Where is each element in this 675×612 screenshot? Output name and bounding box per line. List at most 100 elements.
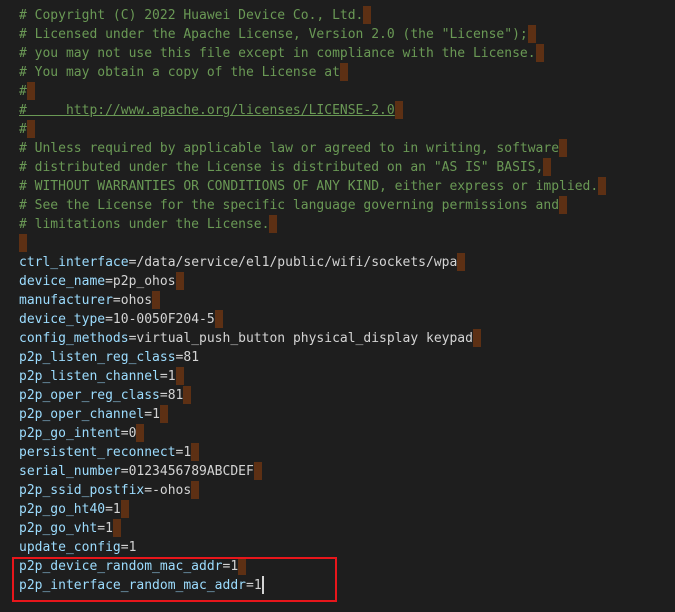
comment-line[interactable]: # — [19, 120, 606, 139]
config-operator: = — [105, 274, 113, 289]
config-line[interactable]: serial_number=0123456789ABCDEF — [19, 462, 606, 481]
config-operator: = — [112, 293, 121, 308]
trailing-space-marker — [191, 481, 200, 499]
trailing-space-marker — [339, 63, 348, 81]
trailing-space-marker — [559, 139, 568, 157]
config-line[interactable]: ctrl_interface=/data/service/el1/public/… — [19, 253, 606, 272]
comment-line[interactable]: # Licensed under the Apache License, Ver… — [19, 25, 606, 44]
config-line[interactable]: p2p_oper_reg_class=81 — [19, 386, 606, 405]
config-line[interactable]: p2p_go_intent=0 — [19, 424, 606, 443]
comment-line[interactable]: # Unless required by applicable law or a… — [19, 139, 606, 158]
comment-line[interactable]: # limitations under the License. — [19, 215, 606, 234]
comment-text: # Copyright (C) 2022 Huawei Device Co., … — [19, 8, 364, 23]
config-key: p2p_interface_random_mac_addr — [19, 578, 246, 593]
trailing-space-marker — [136, 424, 145, 442]
comment-text: # Unless required by applicable law or a… — [19, 141, 560, 156]
config-value: 1 — [152, 407, 160, 422]
comment-text: # You may obtain a copy of the License a… — [19, 65, 340, 80]
config-line[interactable]: p2p_go_vht=1 — [19, 519, 606, 538]
comment-line[interactable]: # distributed under the License is distr… — [19, 158, 606, 177]
config-operator: = — [159, 388, 168, 403]
comment-line[interactable]: # See the License for the specific langu… — [19, 196, 606, 215]
config-operator: = — [159, 369, 168, 384]
trailing-space-marker — [152, 291, 161, 309]
trailing-space-marker — [253, 462, 262, 480]
comment-text: # WITHOUT WARRANTIES OR CONDITIONS OF AN… — [19, 179, 599, 194]
config-value: 1 — [167, 369, 176, 384]
trailing-space-marker — [269, 215, 278, 233]
comment-line[interactable]: # you may not use this file except in co… — [19, 44, 606, 63]
editor-top-strip — [0, 0, 675, 4]
config-operator: = — [144, 407, 153, 422]
trailing-space-marker — [535, 44, 544, 62]
config-line[interactable]: p2p_interface_random_mac_addr=1 — [19, 576, 606, 595]
config-value: ohos — [120, 293, 153, 308]
config-line[interactable]: device_name=p2p_ohos — [19, 272, 606, 291]
config-line[interactable]: p2p_device_random_mac_addr=1 — [19, 557, 606, 576]
license-url-link[interactable]: # http://www.apache.org/licenses/LICENSE… — [19, 103, 395, 118]
trailing-space-marker — [527, 25, 536, 43]
config-value: virtual_push_button physical_display key… — [136, 331, 473, 346]
config-operator: = — [97, 521, 106, 536]
config-value: 0123456789ABCDEF — [128, 464, 254, 479]
blank-line[interactable] — [19, 234, 606, 253]
config-key: config_methods — [19, 331, 129, 346]
code-editor[interactable]: # Copyright (C) 2022 Huawei Device Co., … — [0, 0, 675, 612]
config-line[interactable]: p2p_listen_channel=1 — [19, 367, 606, 386]
config-line[interactable]: p2p_go_ht40=1 — [19, 500, 606, 519]
trailing-space-marker — [175, 367, 184, 385]
config-key: manufacturer — [19, 293, 113, 308]
trailing-space-marker — [457, 253, 466, 271]
code-lines[interactable]: # Copyright (C) 2022 Huawei Device Co., … — [19, 6, 607, 595]
comment-text: # — [19, 122, 27, 137]
config-key: p2p_oper_channel — [19, 407, 145, 422]
config-value: p2p_ohos — [112, 274, 176, 289]
config-line[interactable]: p2p_oper_channel=1 — [19, 405, 606, 424]
comment-line[interactable]: # WITHOUT WARRANTIES OR CONDITIONS OF AN… — [19, 177, 607, 196]
comment-line[interactable]: # You may obtain a copy of the License a… — [19, 63, 606, 82]
trailing-space-marker — [26, 120, 35, 138]
comment-text: # distributed under the License is distr… — [19, 160, 544, 175]
config-line[interactable]: config_methods=virtual_push_button physi… — [19, 329, 606, 348]
trailing-space-marker — [112, 519, 121, 537]
config-key: p2p_go_vht — [19, 521, 98, 536]
config-value: 1 — [128, 540, 137, 555]
comment-text: # Licensed under the Apache License, Ver… — [19, 27, 528, 42]
config-line[interactable]: p2p_ssid_postfix=-ohos — [19, 481, 606, 500]
trailing-space-marker — [191, 443, 200, 461]
config-key: p2p_listen_channel — [19, 369, 160, 384]
config-key: device_name — [19, 274, 106, 289]
trailing-space-marker — [19, 234, 27, 252]
comment-line[interactable]: # Copyright (C) 2022 Huawei Device Co., … — [19, 6, 606, 25]
config-value: -ohos — [152, 483, 192, 498]
config-key: p2p_device_random_mac_addr — [19, 559, 223, 574]
trailing-space-marker — [394, 101, 403, 119]
config-key: p2p_listen_reg_class — [19, 350, 176, 365]
trailing-space-marker — [214, 310, 223, 328]
config-line[interactable]: update_config=1 — [19, 538, 606, 557]
config-key: persistent_reconnect — [19, 445, 176, 460]
config-line[interactable]: device_type=10-0050F204-5 — [19, 310, 606, 329]
comment-line[interactable]: # http://www.apache.org/licenses/LICENSE… — [19, 101, 606, 120]
config-value: 0 — [128, 426, 137, 441]
config-value: 1 — [253, 578, 262, 593]
trailing-space-marker — [472, 329, 481, 347]
config-operator: = — [120, 464, 129, 479]
comment-text: # you may not use this file except in co… — [19, 46, 536, 61]
trailing-space-marker — [238, 557, 247, 575]
comment-text: # See the License for the specific langu… — [19, 198, 560, 213]
config-operator: = — [144, 483, 153, 498]
config-key: p2p_oper_reg_class — [19, 388, 160, 403]
config-key: serial_number — [19, 464, 121, 479]
config-line[interactable]: manufacturer=ohos — [19, 291, 606, 310]
config-value: 1 — [230, 559, 239, 574]
trailing-space-marker — [26, 82, 35, 100]
config-key: p2p_go_ht40 — [19, 502, 106, 517]
config-value: 81 — [167, 388, 184, 403]
trailing-space-marker — [120, 500, 129, 518]
config-line[interactable]: p2p_listen_reg_class=81 — [19, 348, 606, 367]
config-line[interactable]: persistent_reconnect=1 — [19, 443, 606, 462]
config-value: 1 — [112, 502, 121, 517]
trailing-space-marker — [363, 6, 372, 24]
comment-line[interactable]: # — [19, 82, 606, 101]
